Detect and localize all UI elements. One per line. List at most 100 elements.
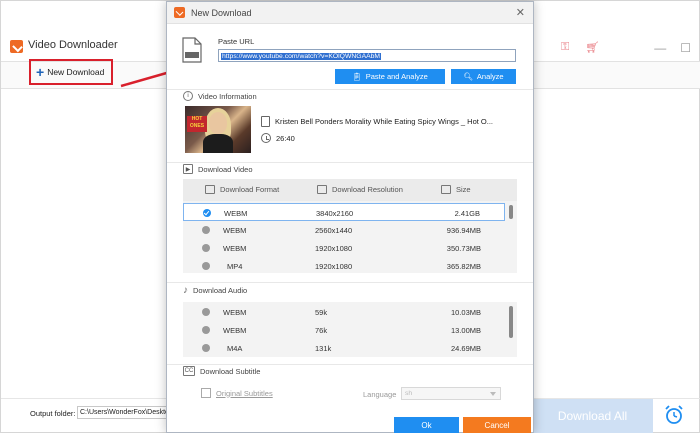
- video-duration: 26:40: [276, 133, 295, 143]
- column-size-label: Size: [456, 185, 471, 194]
- ok-button[interactable]: Ok: [394, 417, 459, 433]
- video-format: WEBM: [223, 244, 247, 253]
- clock-icon: [261, 133, 271, 143]
- video-info-heading: i Video Information: [183, 91, 257, 101]
- divider: [167, 162, 533, 163]
- radio-icon: [202, 226, 210, 234]
- audio-size: 13.00MB: [450, 326, 481, 335]
- video-title: Kristen Bell Ponders Morality While Eati…: [275, 117, 493, 126]
- new-download-button[interactable]: + New Download: [29, 59, 113, 85]
- download-video-heading: ▶ Download Video: [183, 164, 253, 174]
- audio-bitrate: 76k: [315, 326, 328, 335]
- paste-and-analyze-button[interactable]: 📋︎ Paste and Analyze: [335, 69, 445, 84]
- resolution-icon: [317, 185, 327, 194]
- divider: [167, 282, 533, 283]
- video-row[interactable]: WEBM 1920x1080 350.73MB: [183, 239, 505, 257]
- download-all-button[interactable]: Download All: [532, 399, 653, 433]
- close-icon[interactable]: ✕: [516, 6, 525, 19]
- video-info-heading-text: Video Information: [198, 91, 257, 101]
- video-size: 350.73MB: [446, 244, 481, 253]
- divider: [167, 364, 533, 365]
- search-icon: 🔍︎: [463, 72, 473, 81]
- app-header-icons: ⚿ 🛒︎: [561, 41, 599, 54]
- selected-check-icon: [203, 209, 211, 217]
- maximize-button[interactable]: ☐: [680, 41, 691, 55]
- app-logo-icon: [10, 40, 23, 53]
- audio-format: WEBM: [223, 308, 247, 317]
- clipboard-icon: 📋︎: [352, 72, 362, 81]
- original-subtitles-option[interactable]: Original Subtitles: [201, 388, 273, 398]
- radio-icon: [202, 308, 210, 316]
- analyze-button[interactable]: 🔍︎ Analyze: [451, 69, 516, 84]
- radio-icon: [202, 344, 210, 352]
- video-format: WEBM: [224, 209, 248, 218]
- video-format: MP4: [227, 262, 243, 271]
- info-icon: i: [183, 91, 193, 101]
- folder-icon: [441, 185, 451, 194]
- original-subtitles-label: Original Subtitles: [216, 388, 273, 398]
- cart-icon[interactable]: 🛒︎: [585, 41, 599, 54]
- output-folder-label: Output folder:: [30, 409, 76, 418]
- video-format: WEBM: [223, 226, 247, 235]
- column-format-label: Download Format: [220, 185, 280, 194]
- dialog-title: New Download: [191, 8, 252, 18]
- download-subtitle-heading-text: Download Subtitle: [200, 366, 261, 376]
- column-resolution-label: Download Resolution: [332, 185, 403, 194]
- new-download-label: New Download: [47, 67, 105, 77]
- video-format-list: WEBM 3840x2160 2.41GB WEBM 2560x1440 936…: [183, 201, 517, 273]
- app-title: Video Downloader: [28, 39, 118, 51]
- radio-icon: [202, 262, 210, 270]
- audio-list-scrollbar[interactable]: [509, 306, 513, 338]
- format-icon: [205, 185, 215, 194]
- radio-icon: [202, 326, 210, 334]
- paste-url-label: Paste URL: [218, 37, 255, 46]
- video-size: 936.94MB: [446, 226, 481, 235]
- column-format: Download Format: [205, 185, 279, 194]
- audio-format: M4A: [227, 344, 243, 353]
- download-audio-heading: ♪ Download Audio: [183, 285, 247, 296]
- video-row[interactable]: WEBM 2560x1440 936.94MB: [183, 221, 505, 239]
- download-audio-heading-text: Download Audio: [193, 286, 248, 295]
- plus-icon: +: [36, 64, 45, 80]
- download-video-heading-text: Download Video: [198, 164, 253, 174]
- cc-icon: CC: [183, 366, 195, 376]
- document-icon: [261, 116, 270, 127]
- key-icon[interactable]: ⚿: [561, 41, 569, 54]
- minimize-button[interactable]: —: [654, 41, 666, 55]
- video-resolution: 3840x2160: [316, 209, 354, 218]
- thumbnail-sign: HOT ONES: [187, 116, 207, 132]
- video-list-scrollbar[interactable]: [509, 205, 513, 219]
- film-icon: ▶: [183, 164, 193, 174]
- video-resolution: 1920x1080: [315, 262, 353, 271]
- audio-format: WEBM: [223, 326, 247, 335]
- url-value: https://www.youtube.com/watch?v=KOlQWNGA…: [221, 53, 382, 60]
- audio-bitrate: 131k: [315, 344, 332, 353]
- video-row[interactable]: MP4 1920x1080 365.82MB: [183, 257, 505, 273]
- language-select[interactable]: sh: [401, 387, 501, 400]
- original-subtitles-checkbox[interactable]: [201, 388, 211, 398]
- cancel-button[interactable]: Cancel: [463, 417, 531, 433]
- language-label: Language: [363, 390, 397, 399]
- radio-icon: [202, 244, 210, 252]
- url-document-icon: [182, 37, 202, 63]
- window-controls: — ☐: [654, 41, 691, 55]
- audio-row[interactable]: WEBM 59k 10.03MB: [183, 303, 505, 321]
- new-download-dialog: New Download ✕ Paste URL https://www.you…: [166, 1, 534, 433]
- audio-size: 24.69MB: [450, 344, 481, 353]
- audio-row[interactable]: WEBM 76k 13.00MB: [183, 321, 505, 339]
- video-row[interactable]: WEBM 3840x2160 2.41GB: [183, 203, 505, 221]
- alarm-clock-icon[interactable]: [662, 403, 686, 427]
- music-note-icon: ♪: [183, 285, 188, 296]
- audio-format-list: WEBM 59k 10.03MB WEBM 76k 13.00MB M4A 13…: [183, 302, 517, 357]
- output-folder-field[interactable]: C:\Users\WonderFox\Desktop: [77, 406, 169, 419]
- url-input[interactable]: https://www.youtube.com/watch?v=KOlQWNGA…: [218, 49, 516, 62]
- dialog-logo-icon: [174, 7, 185, 18]
- column-size: Size: [441, 185, 471, 194]
- analyze-label: Analyze: [476, 72, 504, 81]
- divider: [167, 89, 533, 90]
- video-title-row: Kristen Bell Ponders Morality While Eati…: [261, 116, 493, 127]
- video-table-header: Download Format Download Resolution Size: [183, 179, 517, 201]
- video-size: 2.41GB: [454, 209, 480, 218]
- audio-bitrate: 59k: [315, 308, 328, 317]
- audio-row[interactable]: M4A 131k 24.69MB: [183, 339, 505, 357]
